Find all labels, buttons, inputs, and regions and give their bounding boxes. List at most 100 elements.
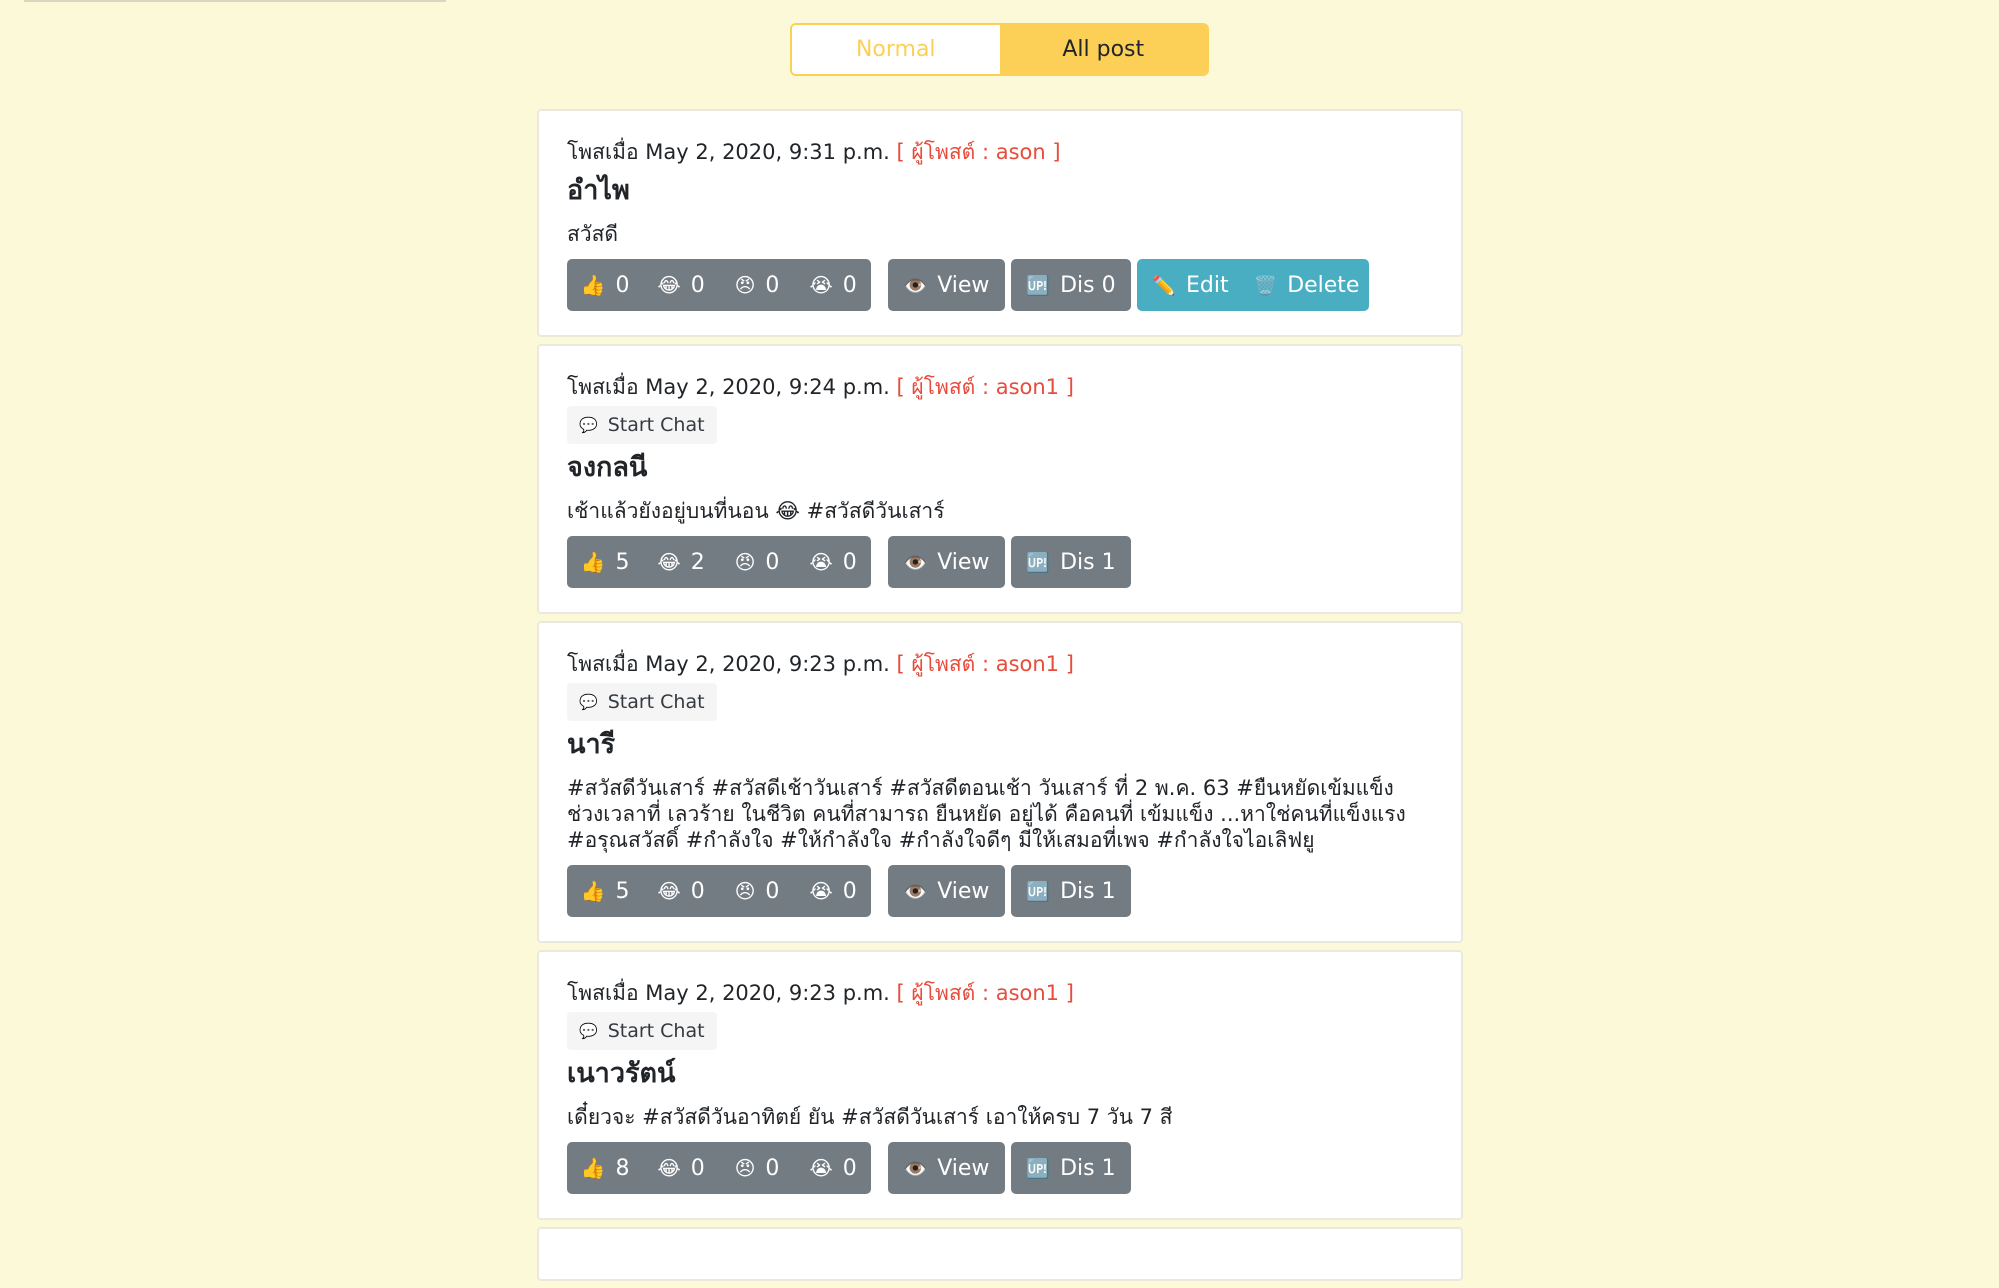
- post-title: อำไพ: [567, 175, 630, 206]
- view-label: View: [937, 272, 990, 298]
- thumbs-up-icon: 👍: [580, 550, 606, 574]
- cry-icon: 😭: [809, 550, 833, 574]
- start-chat-label: Start Chat: [607, 414, 705, 436]
- post-feed: โพสเมื่อ May 2, 2020, 9:31 p.m. [ ผู้โพส…: [537, 109, 1463, 1288]
- view-label: View: [937, 878, 990, 904]
- post-meta: โพสเมื่อ May 2, 2020, 9:31 p.m. [ ผู้โพส…: [567, 137, 1433, 167]
- laugh-button[interactable]: 😂 0: [643, 259, 719, 311]
- reaction-group: 👍 5 😂 2 😠 0 😭 0: [567, 536, 871, 588]
- like-count: 8: [615, 1155, 630, 1181]
- view-button[interactable]: 👁️ View: [888, 536, 1005, 588]
- cry-button[interactable]: 😭 0: [795, 536, 871, 588]
- like-button[interactable]: 👍 8: [567, 1142, 643, 1194]
- tab-normal[interactable]: Normal: [792, 25, 1000, 74]
- posted-prefix: โพสเมื่อ: [567, 981, 639, 1005]
- laugh-icon: 😂: [657, 879, 681, 903]
- start-chat-button[interactable]: 💬 Start Chat: [567, 1012, 717, 1050]
- angry-icon: 😠: [734, 273, 756, 297]
- post-actions: 👍 0 😂 0 😠 0 😭 0 👁️ View 🆙 Dis 0 ✏️ Edit 🗑️ Delet…: [567, 259, 1433, 311]
- laugh-count: 0: [690, 272, 705, 298]
- angry-count: 0: [765, 878, 780, 904]
- laugh-icon: 😂: [657, 1156, 681, 1180]
- edit-button[interactable]: ✏️ Edit: [1137, 259, 1244, 311]
- chat-bubble-icon: 💬: [579, 1022, 598, 1040]
- dis-button[interactable]: 🆙 Dis 1: [1011, 536, 1131, 588]
- eye-icon: 👁️: [903, 274, 928, 297]
- like-button[interactable]: 👍 5: [567, 865, 643, 917]
- post-text: สวัสดี: [567, 222, 619, 246]
- top-divider: [24, 0, 446, 2]
- angry-count: 0: [765, 549, 780, 575]
- cry-button[interactable]: 😭 0: [795, 865, 871, 917]
- view-label: View: [937, 1155, 990, 1181]
- owner-actions: ✏️ Edit 🗑️ Delete: [1137, 259, 1369, 311]
- laugh-count: 0: [690, 878, 705, 904]
- post-date: May 2, 2020, 9:31 p.m.: [645, 140, 890, 164]
- up-icon: 🆙: [1026, 1157, 1051, 1180]
- posted-prefix: โพสเมื่อ: [567, 140, 639, 164]
- eye-icon: 👁️: [903, 880, 928, 903]
- cry-icon: 😭: [809, 1156, 833, 1180]
- view-button[interactable]: 👁️ View: [888, 1142, 1005, 1194]
- view-button[interactable]: 👁️ View: [888, 259, 1005, 311]
- angry-icon: 😠: [734, 879, 756, 903]
- angry-count: 0: [765, 1155, 780, 1181]
- cry-count: 0: [842, 878, 857, 904]
- laugh-button[interactable]: 😂 0: [643, 1142, 719, 1194]
- start-chat-label: Start Chat: [607, 1020, 705, 1042]
- trash-icon: 🗑️: [1253, 274, 1278, 297]
- delete-label: Delete: [1287, 272, 1360, 298]
- delete-button[interactable]: 🗑️ Delete: [1244, 259, 1369, 311]
- cry-button[interactable]: 😭 0: [795, 259, 871, 311]
- cry-count: 0: [842, 272, 857, 298]
- posted-prefix: โพสเมื่อ: [567, 652, 639, 676]
- post-card: โพสเมื่อ May 2, 2020, 9:24 p.m. [ ผู้โพส…: [537, 344, 1463, 614]
- dis-label: Dis 1: [1060, 1155, 1116, 1181]
- cry-icon: 😭: [809, 273, 833, 297]
- angry-icon: 😠: [734, 1156, 756, 1180]
- start-chat-button[interactable]: 💬 Start Chat: [567, 683, 717, 721]
- reaction-group: 👍 0 😂 0 😠 0 😭 0: [567, 259, 871, 311]
- post-card: โพสเมื่อ May 2, 2020, 9:31 p.m. [ ผู้โพส…: [537, 109, 1463, 337]
- post-author: [ ผู้โพสต์ : ason1 ]: [896, 981, 1074, 1005]
- thumbs-up-icon: 👍: [580, 273, 606, 297]
- like-count: 5: [615, 549, 630, 575]
- dis-button[interactable]: 🆙 Dis 0: [1011, 259, 1131, 311]
- like-button[interactable]: 👍 5: [567, 536, 643, 588]
- post-date: May 2, 2020, 9:23 p.m.: [645, 652, 890, 676]
- start-chat-button[interactable]: 💬 Start Chat: [567, 406, 717, 444]
- feed-filter-toggle: Normal All post: [790, 23, 1209, 76]
- post-date: May 2, 2020, 9:23 p.m.: [645, 981, 890, 1005]
- post-text: เดี๋ยวจะ #สวัสดีวันอาทิตย์ ยัน #สวัสดีวั…: [567, 1105, 1173, 1129]
- cry-button[interactable]: 😭 0: [795, 1142, 871, 1194]
- cry-count: 0: [842, 1155, 857, 1181]
- laugh-icon: 😂: [657, 550, 681, 574]
- post-title: เนาวรัตน์: [567, 1058, 676, 1089]
- post-author: [ ผู้โพสต์ : ason1 ]: [896, 652, 1074, 676]
- dis-button[interactable]: 🆙 Dis 1: [1011, 865, 1131, 917]
- post-text: เช้าแล้วยังอยู่บนที่นอน 😂 #สวัสดีวันเสาร…: [567, 499, 945, 523]
- post-title: จงกลนี: [567, 452, 648, 483]
- angry-button[interactable]: 😠 0: [719, 536, 795, 588]
- chat-bubble-icon: 💬: [579, 693, 598, 711]
- dis-label: Dis 1: [1060, 549, 1116, 575]
- like-button[interactable]: 👍 0: [567, 259, 643, 311]
- post-meta: โพสเมื่อ May 2, 2020, 9:23 p.m. [ ผู้โพส…: [567, 649, 1433, 679]
- dis-button[interactable]: 🆙 Dis 1: [1011, 1142, 1131, 1194]
- laugh-count: 2: [690, 549, 705, 575]
- up-icon: 🆙: [1026, 551, 1051, 574]
- angry-button[interactable]: 😠 0: [719, 259, 795, 311]
- post-author: [ ผู้โพสต์ : ason1 ]: [896, 375, 1074, 399]
- tab-all-post[interactable]: All post: [999, 25, 1207, 74]
- laugh-button[interactable]: 😂 2: [643, 536, 719, 588]
- angry-button[interactable]: 😠 0: [719, 865, 795, 917]
- laugh-button[interactable]: 😂 0: [643, 865, 719, 917]
- laugh-count: 0: [690, 1155, 705, 1181]
- view-button[interactable]: 👁️ View: [888, 865, 1005, 917]
- edit-label: Edit: [1186, 272, 1229, 298]
- reaction-group: 👍 5 😂 0 😠 0 😭 0: [567, 865, 871, 917]
- angry-button[interactable]: 😠 0: [719, 1142, 795, 1194]
- chat-bubble-icon: 💬: [579, 416, 598, 434]
- cry-count: 0: [842, 549, 857, 575]
- cry-icon: 😭: [809, 879, 833, 903]
